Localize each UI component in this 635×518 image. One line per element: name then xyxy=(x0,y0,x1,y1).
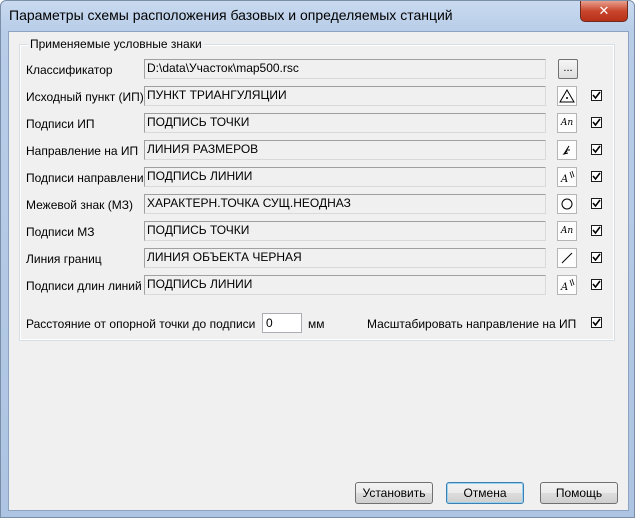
symbols-group: Применяемые условные знаки Классификатор… xyxy=(19,37,615,341)
scale-direction-label: Масштабировать направление на ИП xyxy=(367,317,577,331)
checkbox[interactable] xyxy=(591,279,602,290)
close-icon: ✕ xyxy=(598,3,610,18)
symbol-select-button[interactable]: An xyxy=(557,113,577,133)
row-source-point: Исходный пункт (ИП) ПУНКТ ТРИАНГУЛЯЦИИ xyxy=(20,86,614,108)
checkbox[interactable] xyxy=(591,252,602,263)
symbol-field[interactable]: ПОДПИСЬ ТОЧКИ xyxy=(144,221,546,241)
row-line-length-labels: Подписи длин линий ПОДПИСЬ ЛИНИИ A xyxy=(20,275,614,297)
symbol-select-button[interactable] xyxy=(557,140,577,160)
row-label: Направление на ИП xyxy=(26,144,139,158)
symbol-field[interactable]: ПУНКТ ТРИАНГУЛЯЦИИ xyxy=(144,86,546,106)
symbol-field[interactable]: ПОДПИСЬ ЛИНИИ xyxy=(144,167,546,187)
distance-unit: мм xyxy=(308,317,325,331)
browse-button[interactable]: ... xyxy=(558,59,578,79)
row-mark-labels: Подписи МЗ ПОДПИСЬ ТОЧКИ An xyxy=(20,221,614,243)
row-label: Линия границ xyxy=(26,252,102,266)
row-direction-labels: Подписи направлений ПОДПИСЬ ЛИНИИ A xyxy=(20,167,614,189)
distance-row: Расстояние от опорной точки до подписи 0… xyxy=(20,313,614,335)
symbol-field[interactable]: ЛИНИЯ ОБЪЕКТА ЧЕРНАЯ xyxy=(144,248,546,268)
checkmark-icon xyxy=(592,91,601,100)
checkbox[interactable] xyxy=(591,144,602,155)
checkmark-icon xyxy=(592,199,601,208)
text-label-icon: An xyxy=(560,118,574,128)
classifier-path-field[interactable]: D:\data\Участок\map500.rsc xyxy=(144,59,546,79)
symbol-select-button[interactable] xyxy=(557,86,577,106)
checkbox[interactable] xyxy=(591,90,602,101)
row-label: Подписи направлений xyxy=(26,171,151,185)
circle-icon xyxy=(561,198,573,210)
row-label: Подписи ИП xyxy=(26,117,95,131)
group-legend: Применяемые условные знаки xyxy=(28,37,204,51)
distance-input[interactable]: 0 xyxy=(262,313,302,333)
checkmark-icon xyxy=(592,253,601,262)
apply-button[interactable]: Установить xyxy=(355,482,433,504)
svg-text:A: A xyxy=(560,282,568,293)
checkbox[interactable] xyxy=(591,198,602,209)
symbol-select-button[interactable] xyxy=(557,248,577,268)
dialog-client-area: Применяемые условные знаки Классификатор… xyxy=(8,31,629,511)
line-label-icon: A xyxy=(560,278,575,293)
row-label: Исходный пункт (ИП) xyxy=(26,90,144,104)
row-boundary-mark: Межевой знак (МЗ) ХАРАКТЕРН.ТОЧКА СУЩ.НЕ… xyxy=(20,194,614,216)
title-bar[interactable]: Параметры схемы расположения базовых и о… xyxy=(1,1,634,31)
checkmark-icon xyxy=(592,280,601,289)
symbol-field[interactable]: ЛИНИЯ РАЗМЕРОВ xyxy=(144,140,546,160)
text-label-icon: An xyxy=(560,226,574,236)
row-label: Подписи длин линий xyxy=(26,279,142,293)
distance-label: Расстояние от опорной точки до подписи xyxy=(26,317,256,331)
symbol-select-button[interactable]: A xyxy=(557,275,577,295)
checkmark-icon xyxy=(592,226,601,235)
cancel-button[interactable]: Отмена xyxy=(446,482,524,504)
row-classifier: Классификатор D:\data\Участок\map500.rsc… xyxy=(20,59,614,81)
scale-direction-checkbox[interactable] xyxy=(591,317,602,328)
diagonal-line-icon xyxy=(561,252,573,264)
triangle-icon xyxy=(559,89,575,103)
checkmark-icon xyxy=(592,118,601,127)
dialog-window: Параметры схемы расположения базовых и о… xyxy=(0,0,635,518)
row-source-labels: Подписи ИП ПОДПИСЬ ТОЧКИ An xyxy=(20,113,614,135)
close-button[interactable]: ✕ xyxy=(580,1,628,22)
checkmark-icon xyxy=(592,318,601,327)
checkbox[interactable] xyxy=(591,171,602,182)
window-title: Параметры схемы расположения базовых и о… xyxy=(9,7,453,23)
symbol-field[interactable]: ХАРАКТЕРН.ТОЧКА СУЩ.НЕОДНАЗ xyxy=(144,194,546,214)
row-label: Подписи МЗ xyxy=(26,225,95,239)
symbol-field[interactable]: ПОДПИСЬ ТОЧКИ xyxy=(144,113,546,133)
checkbox[interactable] xyxy=(591,225,602,236)
direction-arrow-icon xyxy=(562,145,570,155)
checkmark-icon xyxy=(592,145,601,154)
checkbox[interactable] xyxy=(591,117,602,128)
symbol-select-button[interactable] xyxy=(557,194,577,214)
row-label: Межевой знак (МЗ) xyxy=(26,198,133,212)
symbol-field[interactable]: ПОДПИСЬ ЛИНИИ xyxy=(144,275,546,295)
row-direction: Направление на ИП ЛИНИЯ РАЗМЕРОВ xyxy=(20,140,614,162)
line-label-icon: A xyxy=(560,170,575,185)
row-boundary-line: Линия границ ЛИНИЯ ОБЪЕКТА ЧЕРНАЯ xyxy=(20,248,614,270)
help-button[interactable]: Помощь xyxy=(540,482,618,504)
checkmark-icon xyxy=(592,172,601,181)
symbol-select-button[interactable]: A xyxy=(557,167,577,187)
symbol-select-button[interactable]: An xyxy=(557,221,577,241)
row-label: Классификатор xyxy=(26,63,113,77)
svg-text:A: A xyxy=(560,174,568,185)
